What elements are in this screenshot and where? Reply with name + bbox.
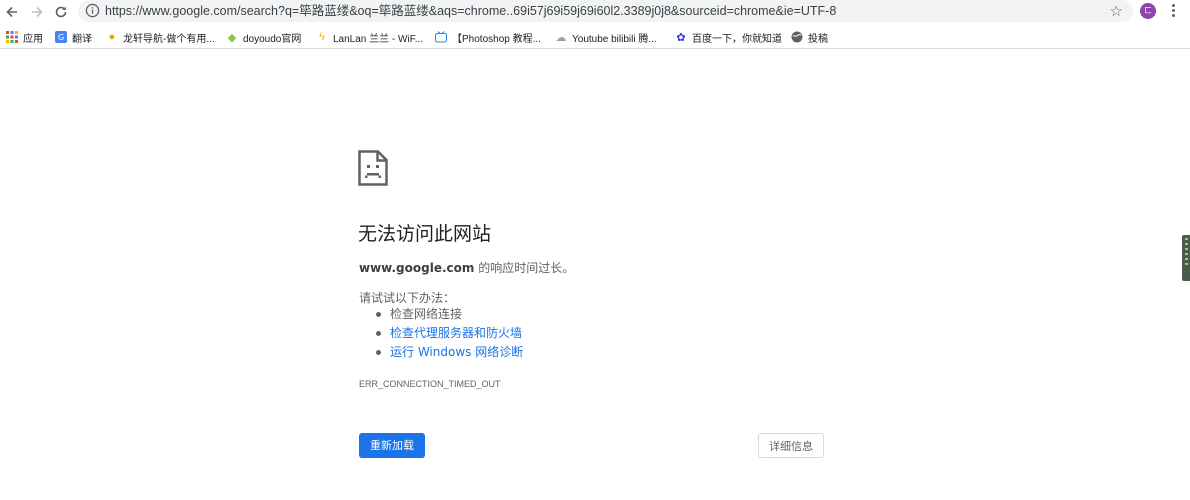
bookmark-apps[interactable]: 应用 [6,26,43,48]
sad-document-icon [358,150,388,186]
bookmarks-bar: 应用 G 翻译 ● 龙轩导航-做个有用... ◆ doyoudo官网 ϟ Lan… [0,26,1190,49]
baidu-paw-icon: ✿ [676,31,686,44]
error-summary-text: 的响应时间过长。 [474,261,575,275]
duck-icon: ● [108,31,116,43]
bookmark-label: LanLan 兰兰 - WiF... [333,33,424,45]
error-page: 无法访问此网站 www.google.com 的响应时间过长。 请试试以下办法：… [0,49,1190,500]
reload-button[interactable]: 重新加载 [359,433,425,458]
bookmark-photoshop[interactable]: 【Photoshop 教程... [435,26,541,48]
cloud-icon: ☁ [555,31,567,44]
info-icon[interactable] [85,3,100,18]
error-code: ERR_CONNECTION_TIMED_OUT [359,379,501,389]
bookmark-baidu[interactable]: ✿ 百度一下，你就知道 [675,26,782,48]
back-arrow-icon [6,6,17,18]
bookmark-translate[interactable]: G 翻译 [55,26,92,48]
bookmark-label: 应用 [23,33,43,45]
suggestions-heading: 请试试以下办法： [359,291,456,305]
side-panel-handle[interactable] [1182,235,1190,281]
suggestion-text: 检查网络连接 [390,307,463,321]
bookmark-longxuan[interactable]: ● 龙轩导航-做个有用... [106,26,215,48]
bookmark-label: 【Photoshop 教程... [452,33,541,45]
bookmark-label: 百度一下，你就知道 [692,33,782,45]
forward-button[interactable] [27,2,47,22]
bookmark-lanlan[interactable]: ϟ LanLan 兰兰 - WiF... [316,26,423,48]
translate-icon: G [55,31,67,43]
error-summary: www.google.com 的响应时间过长。 [359,259,574,276]
run-diagnostics-link[interactable]: 运行 Windows 网络诊断 [390,345,523,359]
check-proxy-link[interactable]: 检查代理服务器和防火墙 [390,326,522,340]
reload-toolbar-button[interactable] [51,2,71,22]
suggestion-check-proxy: 检查代理服务器和防火墙 [375,324,523,343]
bookmark-star-icon[interactable]: ☆ [1110,2,1123,20]
browser-toolbar: https://www.google.com/search?q=筚路蓝缕&oq=… [0,0,1190,24]
lightning-icon: ϟ [319,31,325,43]
apps-grid-icon [6,31,18,43]
details-button[interactable]: 详细信息 [758,433,824,458]
address-bar[interactable]: https://www.google.com/search?q=筚路蓝缕&oq=… [78,0,1133,22]
forward-arrow-icon [32,6,43,18]
refresh-icon [55,6,67,18]
bookmark-doyoudo[interactable]: ◆ doyoudo官网 [226,26,302,48]
profile-avatar[interactable]: ㄈ [1140,3,1156,19]
svg-text:G: G [58,33,64,42]
suggestions-list: 检查网络连接 检查代理服务器和防火墙 运行 Windows 网络诊断 [375,305,523,362]
globe-icon [791,31,803,43]
bookmark-submit[interactable]: 投稿 [791,26,828,48]
error-host: www.google.com [359,261,475,275]
bookmark-label: 龙轩导航-做个有用... [123,33,215,45]
bookmark-youtube[interactable]: ☁ Youtube bilibili 腾... [555,26,657,48]
bookmark-label: 翻译 [72,33,92,45]
back-button[interactable] [2,2,22,22]
bookmark-label: 投稿 [808,33,828,45]
suggestion-check-network: 检查网络连接 [375,305,523,324]
bilibili-tv-icon [435,31,447,43]
bookmark-label: Youtube bilibili 腾... [572,33,657,45]
url-text[interactable]: https://www.google.com/search?q=筚路蓝缕&oq=… [105,3,836,19]
suggestion-run-diagnostics: 运行 Windows 网络诊断 [375,343,523,362]
leaf-icon: ◆ [227,31,237,44]
more-menu-icon[interactable] [1165,3,1181,21]
page-title: 无法访问此网站 [358,223,492,245]
bookmark-label: doyoudo官网 [243,33,302,45]
